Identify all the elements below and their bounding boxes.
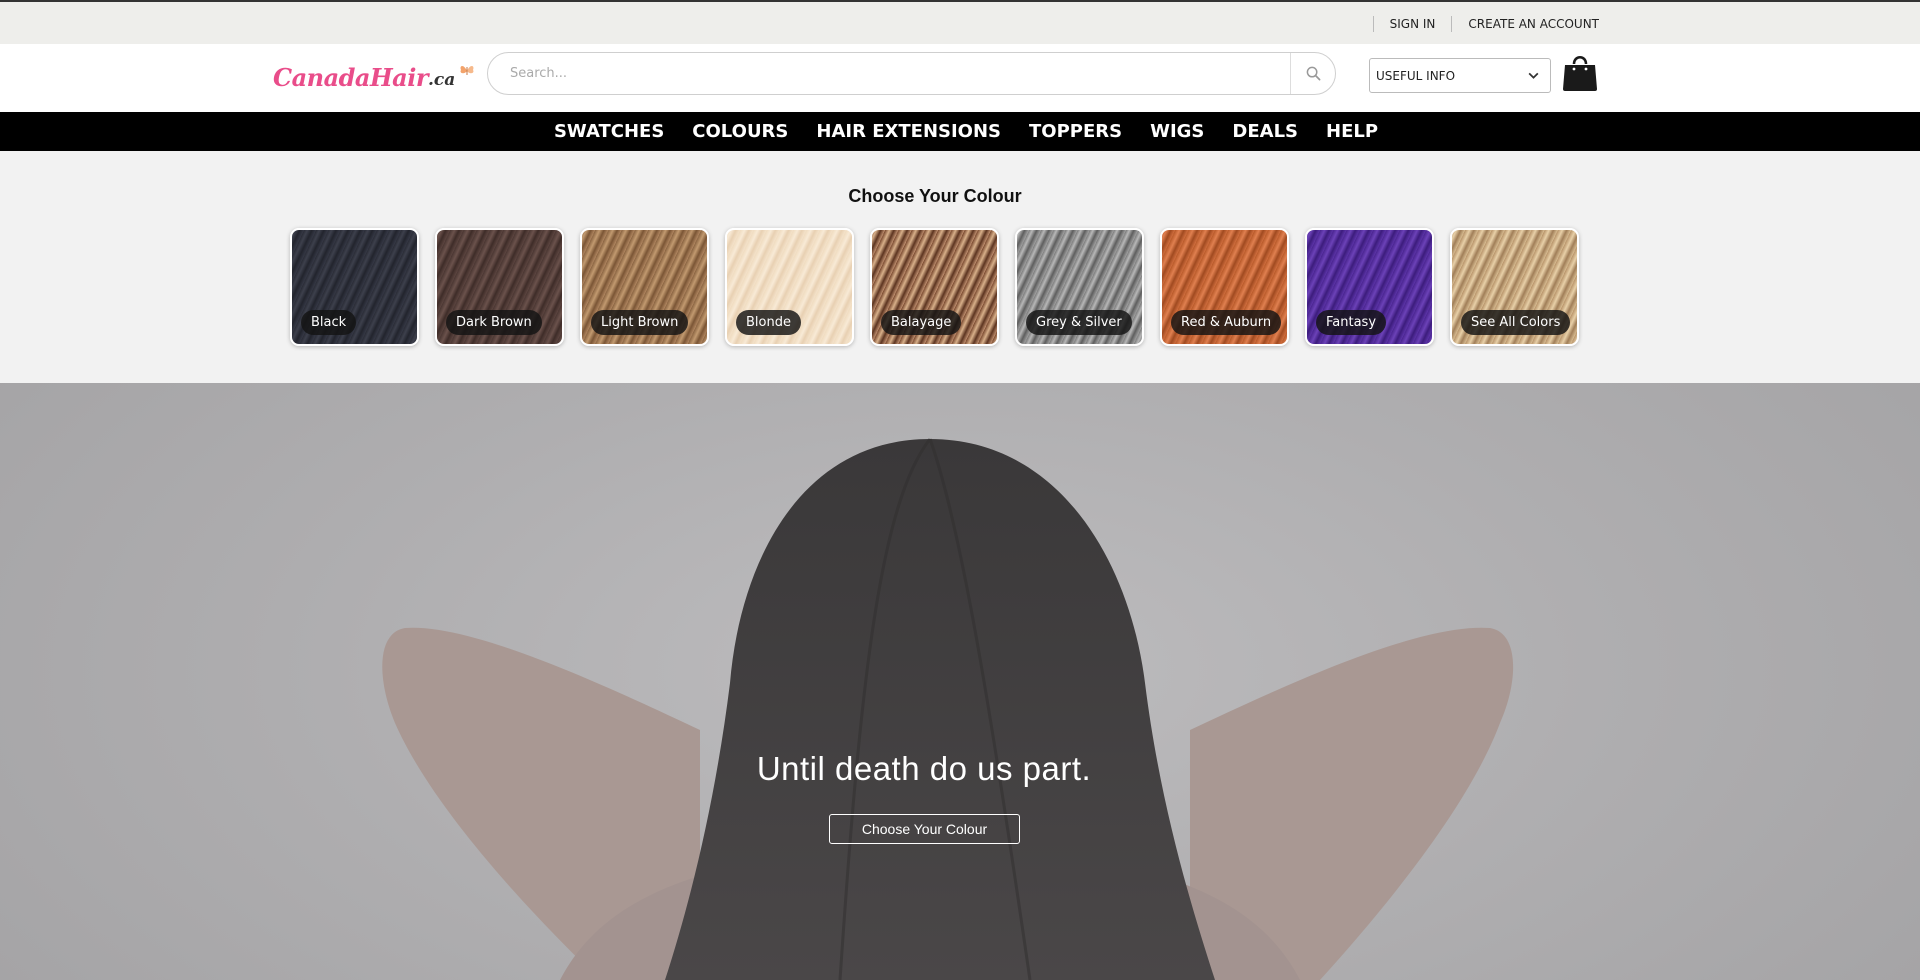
- swatch-label: Fantasy: [1316, 310, 1387, 335]
- create-account-link[interactable]: CREATE AN ACCOUNT: [1468, 17, 1599, 31]
- colour-chooser-section: Choose Your Colour Black Dark Brown Ligh…: [0, 151, 1920, 383]
- hero-title: Until death do us part.: [756, 750, 1092, 787]
- nav-item-deals[interactable]: DEALS: [1232, 121, 1298, 142]
- nav-item-help[interactable]: HELP: [1326, 121, 1378, 142]
- search-button[interactable]: [1290, 53, 1335, 94]
- main-nav: SWATCHES COLOURS HAIR EXTENSIONS TOPPERS…: [0, 112, 1920, 151]
- swatch-black[interactable]: Black: [290, 228, 419, 346]
- nav-item-wigs[interactable]: WIGS: [1150, 121, 1204, 142]
- search-input[interactable]: [488, 53, 1291, 94]
- swatch-balayage[interactable]: Balayage: [870, 228, 999, 346]
- choose-colour-button[interactable]: Choose Your Colour: [829, 814, 1020, 844]
- useful-info-label: USEFUL INFO: [1376, 68, 1456, 83]
- hero-banner: Until death do us part. Choose Your Colo…: [0, 383, 1920, 980]
- site-logo[interactable]: CanadaHair .ca: [273, 59, 476, 95]
- nav-item-toppers[interactable]: TOPPERS: [1029, 121, 1122, 142]
- site-header: CanadaHair .ca USEFUL INFO: [0, 44, 1920, 112]
- swatch-see-all[interactable]: See All Colors: [1450, 228, 1579, 346]
- hero-image: [382, 438, 1514, 980]
- swatch-label: Blonde: [736, 310, 801, 335]
- swatch-label: Dark Brown: [446, 310, 542, 335]
- swatch-label: See All Colors: [1461, 310, 1571, 335]
- chevron-down-icon: [1528, 72, 1539, 79]
- shopping-bag-icon[interactable]: [1561, 52, 1599, 92]
- swatch-label: Light Brown: [591, 310, 689, 335]
- nav-item-colours[interactable]: COLOURS: [692, 121, 788, 142]
- useful-info-dropdown[interactable]: USEFUL INFO: [1369, 58, 1551, 93]
- logo-suffix-text: .ca: [427, 70, 456, 90]
- divider: [1451, 16, 1453, 32]
- swatch-light-brown[interactable]: Light Brown: [580, 228, 709, 346]
- swatch-label: Balayage: [881, 310, 962, 335]
- swatch-blonde[interactable]: Blonde: [725, 228, 854, 346]
- divider: [1372, 16, 1374, 32]
- top-utility-bar: SIGN IN CREATE AN ACCOUNT: [0, 0, 1920, 44]
- search-bar: [487, 52, 1336, 95]
- swatch-fantasy[interactable]: Fantasy: [1305, 228, 1434, 346]
- swatch-label: Black: [301, 310, 357, 335]
- butterfly-icon: [460, 66, 474, 75]
- swatch-dark-brown[interactable]: Dark Brown: [435, 228, 564, 346]
- swatch-label: Grey & Silver: [1026, 310, 1132, 335]
- swatch-grey-silver[interactable]: Grey & Silver: [1015, 228, 1144, 346]
- sign-in-link[interactable]: SIGN IN: [1390, 17, 1436, 31]
- section-title: Choose Your Colour: [848, 186, 1022, 206]
- account-links: SIGN IN CREATE AN ACCOUNT: [1357, 16, 1599, 32]
- nav-item-swatches[interactable]: SWATCHES: [554, 121, 664, 142]
- search-icon: [1306, 66, 1320, 81]
- swatch-red-auburn[interactable]: Red & Auburn: [1160, 228, 1289, 346]
- nav-item-hair-extensions[interactable]: HAIR EXTENSIONS: [816, 121, 1001, 142]
- logo-main-text: CanadaHair: [273, 62, 428, 92]
- swatch-label: Red & Auburn: [1171, 310, 1282, 335]
